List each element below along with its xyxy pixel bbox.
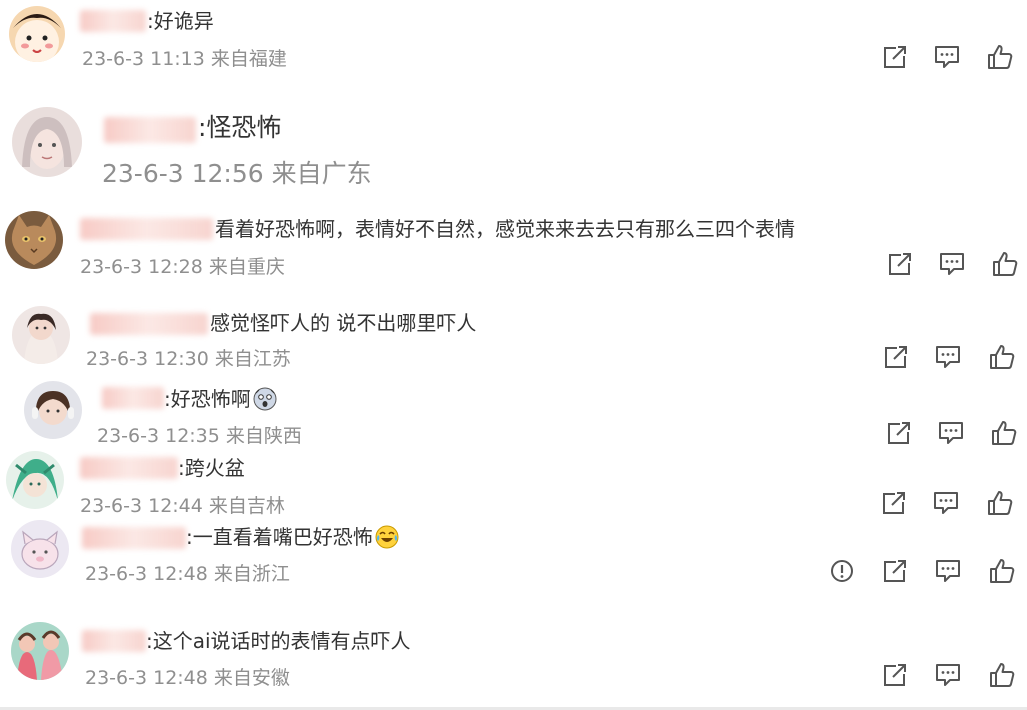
comment-location: 来自江苏 <box>214 348 291 370</box>
thumbs-up-icon[interactable] <box>988 343 1016 371</box>
comment-time: 23-6-3 12:28 <box>80 256 203 278</box>
comment-meta: 23-6-3 12:48 来自浙江 <box>85 562 290 586</box>
comment-text: 看着好恐怖啊，表情好不自然，感觉来来去去只有那么三四个表情 <box>215 217 795 241</box>
comment-time: 23-6-3 12:48 <box>85 667 208 689</box>
report-icon[interactable] <box>828 557 856 585</box>
comment-icon[interactable] <box>932 489 960 517</box>
share-icon[interactable] <box>882 343 910 371</box>
comment-icon[interactable] <box>934 343 962 371</box>
comment-location: 来自浙江 <box>213 563 290 585</box>
comment-location: 来自吉林 <box>208 495 285 517</box>
comment-icon[interactable] <box>937 419 965 447</box>
comment-time: 23-6-3 11:13 <box>82 48 205 70</box>
comment-meta: 23-6-3 12:28 来自重庆 <box>80 255 285 279</box>
comment-time: 23-6-3 12:48 <box>85 563 208 585</box>
avatar[interactable] <box>5 211 63 269</box>
comment-meta: 23-6-3 11:13 来自福建 <box>82 47 287 71</box>
comment-meta: 23-6-3 12:48 来自安徽 <box>85 666 290 690</box>
blurred-username[interactable] <box>90 313 208 335</box>
share-icon[interactable] <box>886 250 914 278</box>
comment-meta: 23-6-3 12:44 来自吉林 <box>80 494 285 518</box>
laugh-cry-emoji <box>375 525 399 549</box>
comment-text-wrap: :一直看着嘴巴好恐怖 <box>186 525 399 549</box>
share-icon[interactable] <box>885 419 913 447</box>
comment-icon[interactable] <box>934 661 962 689</box>
comment-time: 23-6-3 12:30 <box>86 348 209 370</box>
comment-time: 23-6-3 12:44 <box>80 495 203 517</box>
avatar[interactable] <box>24 381 82 439</box>
comment-time: 23-6-3 12:35 <box>97 425 220 447</box>
thumbs-up-icon[interactable] <box>988 557 1016 585</box>
thumbs-up-icon[interactable] <box>991 250 1019 278</box>
thumbs-up-icon[interactable] <box>986 43 1014 71</box>
avatar[interactable] <box>11 520 69 578</box>
blurred-username[interactable] <box>80 10 146 32</box>
avatar[interactable] <box>11 622 69 680</box>
blurred-username[interactable] <box>82 527 186 549</box>
avatar[interactable] <box>9 6 65 62</box>
comment-text: 感觉怪吓人的 说不出哪里吓人 <box>210 311 477 335</box>
blurred-username[interactable] <box>104 117 196 143</box>
blurred-username[interactable] <box>80 218 213 240</box>
comment-text-wrap: :好恐怖啊 <box>164 387 277 411</box>
comment-text: :好恐怖啊 <box>164 387 251 411</box>
comment-meta: 23-6-3 12:30 来自江苏 <box>86 347 291 371</box>
comment-text: :这个ai说话时的表情有点吓人 <box>146 629 411 653</box>
share-icon[interactable] <box>881 43 909 71</box>
comment-text: :一直看着嘴巴好恐怖 <box>186 525 373 549</box>
comment-location: 来自安徽 <box>213 667 290 689</box>
share-icon[interactable] <box>881 557 909 585</box>
thumbs-up-icon[interactable] <box>990 419 1018 447</box>
comment-icon[interactable] <box>938 250 966 278</box>
comment-text: :跨火盆 <box>178 456 245 480</box>
comment-meta: 23-6-3 12:56 来自广东 <box>102 159 372 189</box>
share-icon[interactable] <box>880 489 908 517</box>
comment-location: 来自福建 <box>210 48 287 70</box>
comment-text: :怪恐怖 <box>198 113 282 142</box>
scared-emoji <box>253 387 277 411</box>
comment-text: :好诡异 <box>147 9 214 33</box>
thumbs-up-icon[interactable] <box>988 661 1016 689</box>
avatar[interactable] <box>12 107 82 177</box>
comment-meta: 23-6-3 12:35 来自陕西 <box>97 424 302 448</box>
blurred-username[interactable] <box>80 457 178 479</box>
thumbs-up-icon[interactable] <box>986 489 1014 517</box>
blurred-username[interactable] <box>82 630 146 652</box>
comment-location: 来自陕西 <box>225 425 302 447</box>
comment-icon[interactable] <box>933 43 961 71</box>
comment-location: 来自广东 <box>271 159 372 188</box>
comment-icon[interactable] <box>934 557 962 585</box>
blurred-username[interactable] <box>102 387 164 409</box>
comment-location: 来自重庆 <box>208 256 285 278</box>
comment-time: 23-6-3 12:56 <box>102 159 264 188</box>
avatar[interactable] <box>6 451 64 509</box>
avatar[interactable] <box>12 306 70 364</box>
share-icon[interactable] <box>881 661 909 689</box>
